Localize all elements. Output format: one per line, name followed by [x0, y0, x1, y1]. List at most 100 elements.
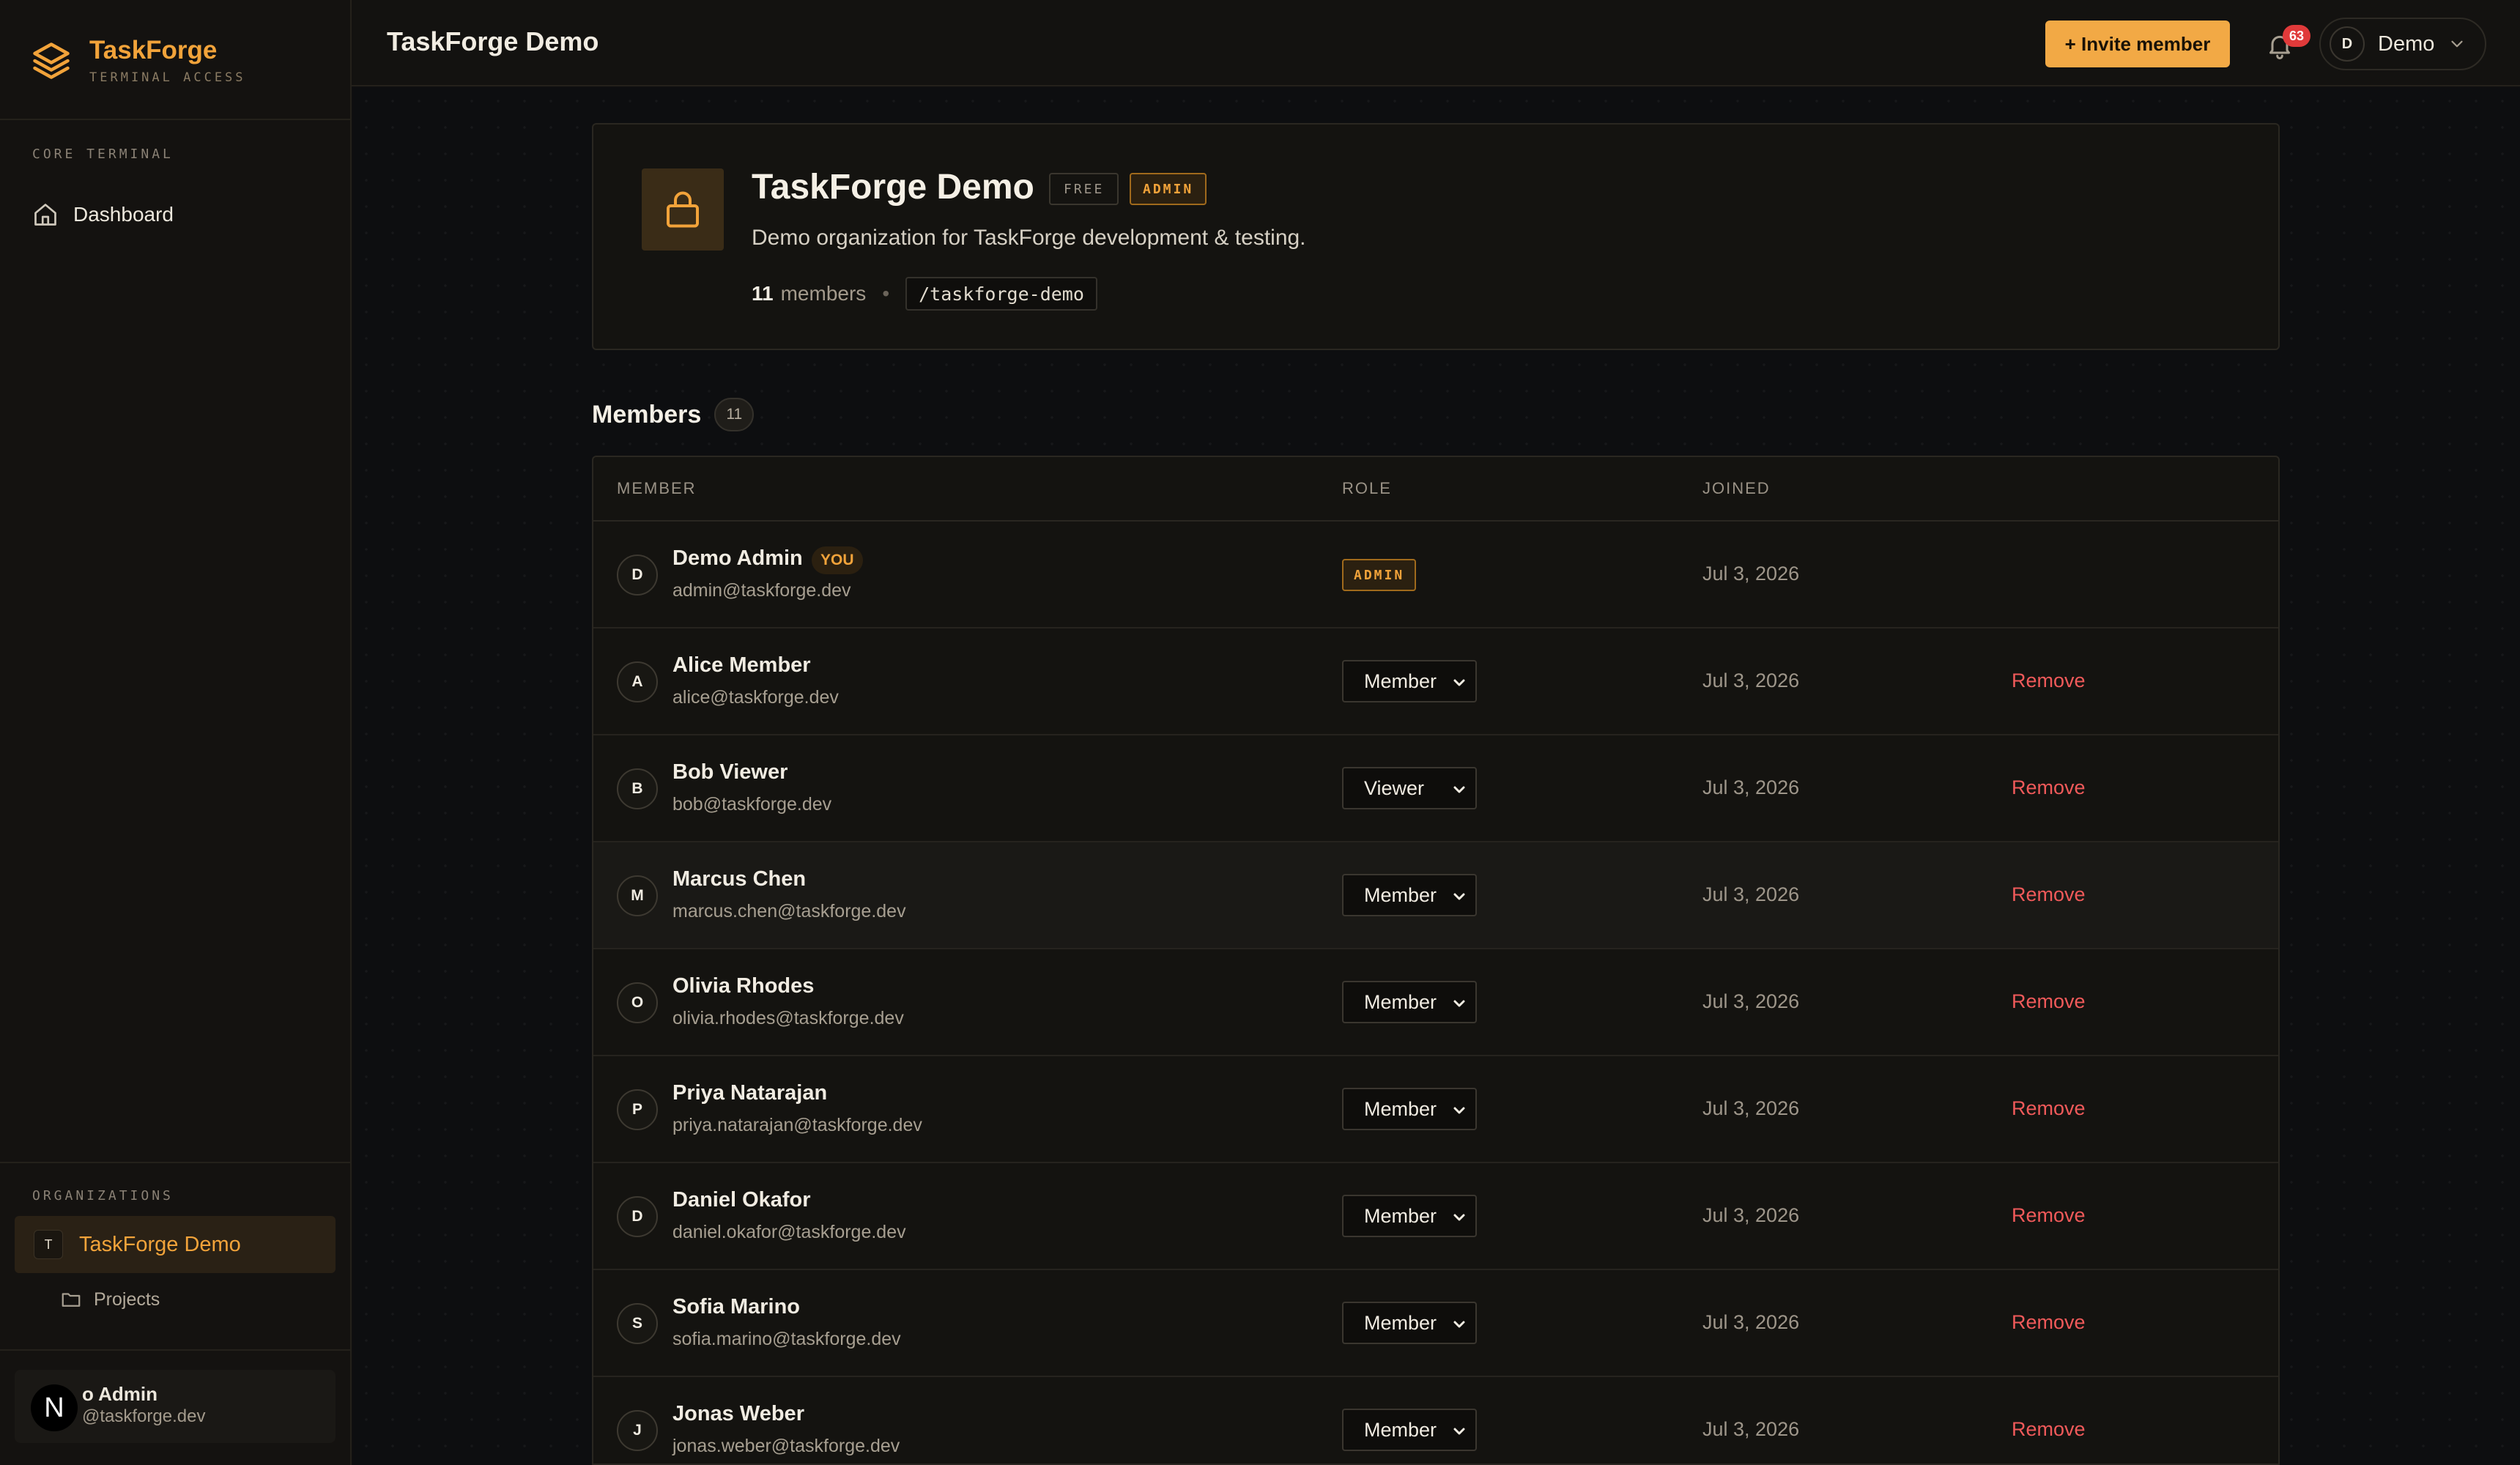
chevron-down-icon [1453, 1428, 1465, 1435]
table-row: P Priya Natarajan priya.natarajan@taskfo… [593, 1056, 2278, 1163]
role-select-value: Member [1364, 883, 1437, 906]
remove-member-button[interactable]: Remove [2012, 776, 2086, 799]
member-avatar: O [617, 982, 658, 1023]
role-select-value: Member [1364, 1097, 1437, 1120]
org-title: TaskForge Demo [752, 168, 1034, 207]
remove-member-button[interactable]: Remove [2012, 1311, 2086, 1334]
member-count: 11 [752, 282, 774, 305]
role-select[interactable]: Member [1342, 1195, 1477, 1237]
remove-member-button[interactable]: Remove [2012, 670, 2086, 692]
column-member: MEMBER [617, 479, 697, 497]
members-word: members [780, 282, 867, 305]
role-select[interactable]: Member [1342, 1409, 1477, 1451]
role-select[interactable]: Member [1342, 874, 1477, 916]
sidebar-item-label: Dashboard [73, 203, 174, 226]
chevron-down-icon [1453, 1107, 1465, 1114]
invite-member-button[interactable]: + Invite member [2045, 21, 2230, 67]
joined-date: Jul 3, 2026 [1702, 1097, 1800, 1119]
members-count-badge: 11 [714, 398, 755, 431]
brand[interactable]: TaskForge TERMINAL ACCESS [29, 35, 246, 86]
org-description: Demo organization for TaskForge developm… [752, 226, 1306, 250]
table-row: O Olivia Rhodes olivia.rhodes@taskforge.… [593, 949, 2278, 1056]
member-email: priya.natarajan@taskforge.dev [672, 1115, 922, 1135]
role-select[interactable]: Member [1342, 1302, 1477, 1344]
table-header: MEMBER ROLE JOINED [593, 457, 2278, 522]
remove-member-button[interactable]: Remove [2012, 1204, 2086, 1227]
org-badge: T [34, 1230, 63, 1259]
table-row: A Alice Member alice@taskforge.dev Membe… [593, 628, 2278, 735]
remove-member-button[interactable]: Remove [2012, 1097, 2086, 1120]
plan-tag: FREE [1049, 173, 1119, 205]
remove-member-button[interactable]: Remove [2012, 1418, 2086, 1441]
member-email: bob@taskforge.dev [672, 794, 832, 815]
topbar: TaskForge Demo + Invite member 63 D Demo [352, 0, 2520, 86]
account-menu[interactable]: D Demo [2319, 18, 2486, 70]
chevron-down-icon [2451, 40, 2463, 48]
role-select[interactable]: Member [1342, 981, 1477, 1023]
account-avatar: D [2330, 26, 2365, 62]
member-avatar: J [617, 1410, 658, 1451]
member-name: Olivia Rhodes [672, 974, 815, 998]
notification-count-badge: 63 [2283, 25, 2310, 47]
sidebar-item-label: Projects [94, 1288, 160, 1310]
joined-date: Jul 3, 2026 [1702, 883, 1800, 905]
member-email: marcus.chen@taskforge.dev [672, 901, 906, 921]
table-row: J Jonas Weber jonas.weber@taskforge.dev … [593, 1377, 2278, 1464]
table-row: M Marcus Chen marcus.chen@taskforge.dev … [593, 842, 2278, 949]
user-card[interactable]: o Admin @taskforge.dev N [15, 1370, 336, 1443]
member-avatar: P [617, 1089, 658, 1130]
chevron-down-icon [1453, 1000, 1465, 1007]
members-header: Members 11 [592, 396, 755, 434]
joined-date: Jul 3, 2026 [1702, 563, 1800, 585]
member-name: Jonas Weber [672, 1402, 804, 1425]
table-row: D Demo Admin YOU admin@taskforge.dev ADM… [593, 522, 2278, 628]
chevron-down-icon [1453, 1321, 1465, 1328]
member-email: olivia.rhodes@taskforge.dev [672, 1008, 904, 1028]
role-select-value: Member [1364, 670, 1437, 692]
member-avatar: M [617, 875, 658, 916]
org-icon [642, 168, 724, 251]
table-row: B Bob Viewer bob@taskforge.dev Viewer Ju… [593, 735, 2278, 842]
role-tag: ADMIN [1130, 173, 1207, 205]
layers-logo-icon [33, 42, 70, 79]
role-select[interactable]: Viewer [1342, 767, 1477, 809]
member-name: Demo Admin [672, 546, 803, 570]
sidebar-divider [0, 119, 350, 120]
org-header-card: TaskForge Demo FREE ADMIN Demo organizat… [592, 123, 2280, 350]
role-select[interactable]: Member [1342, 660, 1477, 702]
remove-member-button[interactable]: Remove [2012, 883, 2086, 906]
role-select-value: Member [1364, 1418, 1437, 1441]
table-row: D Daniel Okafor daniel.okafor@taskforge.… [593, 1163, 2278, 1270]
role-select-value: Viewer [1364, 776, 1425, 799]
joined-date: Jul 3, 2026 [1702, 1311, 1800, 1333]
user-email: @taskforge.dev [82, 1406, 206, 1426]
member-avatar: D [617, 555, 658, 596]
member-avatar: D [617, 1196, 658, 1237]
member-avatar: A [617, 661, 658, 702]
sidebar-org-taskforge-demo[interactable]: T TaskForge Demo [15, 1216, 336, 1273]
sidebar-divider [0, 1162, 350, 1163]
role-select[interactable]: Member [1342, 1088, 1477, 1130]
member-email: jonas.weber@taskforge.dev [672, 1436, 900, 1456]
member-name: Alice Member [672, 653, 811, 677]
members-title: Members [592, 400, 702, 429]
account-name: Demo [2378, 31, 2435, 56]
user-avatar: N [31, 1384, 78, 1431]
role-select-value: Member [1364, 1204, 1437, 1227]
brand-name: TaskForge [89, 35, 218, 64]
member-name: Daniel Okafor [672, 1188, 811, 1212]
sidebar-item-projects[interactable]: Projects [60, 1283, 160, 1316]
sidebar-item-dashboard[interactable]: Dashboard [32, 196, 174, 233]
joined-date: Jul 3, 2026 [1702, 776, 1800, 798]
org-meta: 11 members • /taskforge-demo [752, 277, 1097, 311]
chevron-down-icon [1453, 679, 1465, 686]
member-name: Marcus Chen [672, 867, 807, 891]
joined-date: Jul 3, 2026 [1702, 990, 1800, 1012]
notifications-button[interactable]: 63 [2261, 25, 2310, 66]
remove-member-button[interactable]: Remove [2012, 990, 2086, 1013]
user-name: o Admin [82, 1383, 158, 1405]
member-email: alice@taskforge.dev [672, 687, 839, 708]
role-badge: ADMIN [1342, 559, 1417, 591]
chevron-down-icon [1453, 1214, 1465, 1221]
role-select-value: Member [1364, 1311, 1437, 1334]
